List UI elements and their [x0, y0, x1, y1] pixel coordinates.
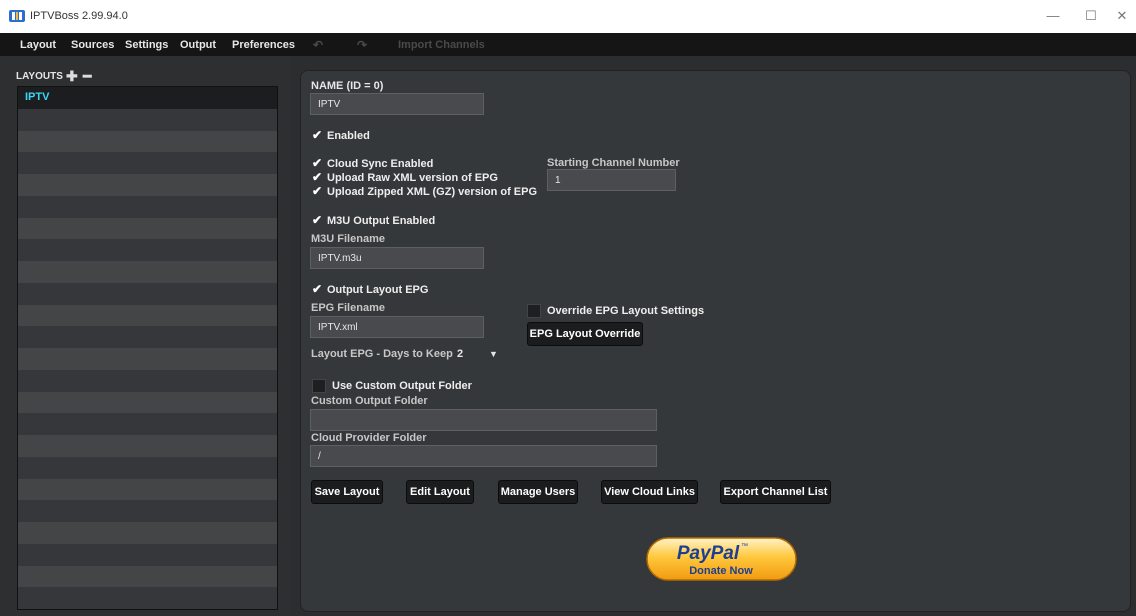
redo-icon[interactable]: ↷ — [357, 38, 367, 52]
output-epg-checkbox[interactable]: ✔ Output Layout EPG — [312, 282, 428, 296]
custom-folder-checkbox[interactable]: Use Custom Output Folder — [312, 379, 472, 393]
minimize-button[interactable]: — — [1043, 7, 1063, 25]
enabled-checkbox[interactable]: ✔ Enabled — [312, 128, 370, 142]
starting-channel-input[interactable]: 1 — [547, 169, 676, 191]
custom-folder-check-label: Use Custom Output Folder — [332, 379, 472, 392]
list-item — [18, 500, 277, 522]
layout-settings-panel: NAME (ID = 0) IPTV ✔ Enabled ✔ Cloud Sync … — [300, 70, 1131, 612]
epg-layout-override-button[interactable]: EPG Layout Override — [527, 322, 643, 346]
layouts-list: IPTV — [17, 86, 278, 610]
checkmark-icon: ✔ — [312, 170, 323, 184]
list-item — [18, 456, 277, 479]
m3u-filename-input[interactable]: IPTV.m3u — [310, 247, 484, 269]
cloud-sync-label: Cloud Sync Enabled — [327, 158, 434, 170]
manage-users-button[interactable]: Manage Users — [498, 480, 578, 504]
cloud-provider-folder-input[interactable]: / — [310, 445, 657, 467]
list-item[interactable]: IPTV — [18, 87, 277, 109]
maximize-button[interactable]: ☐ — [1081, 7, 1101, 25]
checkmark-icon: ✔ — [312, 282, 323, 296]
save-layout-button[interactable]: Save Layout — [311, 480, 383, 504]
upload-zip-label: Upload Zipped XML (GZ) version of EPG — [327, 186, 538, 198]
chevron-down-icon[interactable]: ▼ — [489, 349, 498, 359]
paypal-donate-button[interactable]: PayPal ™ Donate Now — [646, 537, 797, 581]
list-item — [18, 543, 277, 566]
cloud-provider-folder-label: Cloud Provider Folder — [311, 432, 427, 444]
list-item — [18, 239, 277, 261]
list-item — [18, 369, 277, 392]
paypal-brand-text: PayPal — [677, 543, 740, 564]
window-title: IPTVBoss 2.99.94.0 — [30, 10, 128, 22]
starting-channel-label: Starting Channel Number — [547, 157, 680, 169]
edit-layout-button[interactable]: Edit Layout — [406, 480, 474, 504]
upload-raw-checkbox[interactable]: ✔ Upload Raw XML version of EPG — [312, 170, 498, 184]
menu-preferences[interactable]: Preferences — [232, 39, 295, 51]
custom-output-folder-label: Custom Output Folder — [311, 395, 428, 407]
checkbox-empty-icon — [527, 304, 541, 318]
undo-icon[interactable]: ↶ — [313, 38, 323, 52]
list-item — [18, 174, 277, 196]
title-bar: IPTVBoss 2.99.94.0 — ☐ ✕ — [0, 0, 1136, 33]
list-item — [18, 261, 277, 283]
epg-filename-label: EPG Filename — [311, 302, 385, 314]
list-item — [18, 195, 277, 218]
checkmark-icon: ✔ — [312, 156, 323, 170]
days-to-keep-value[interactable]: 2 — [457, 348, 463, 360]
list-item — [18, 282, 277, 305]
menu-settings[interactable]: Settings — [125, 39, 168, 51]
list-item — [18, 565, 277, 588]
list-item — [18, 108, 277, 131]
list-item — [18, 587, 277, 609]
menu-layout[interactable]: Layout — [20, 39, 56, 51]
paypal-tm-text: ™ — [741, 543, 748, 550]
list-item — [18, 326, 277, 348]
list-item-label: IPTV — [25, 91, 50, 103]
list-item — [18, 348, 277, 370]
m3u-enabled-checkbox[interactable]: ✔ M3U Output Enabled — [312, 213, 435, 227]
list-item — [18, 304, 277, 327]
list-item — [18, 391, 277, 414]
menu-sources[interactable]: Sources — [71, 39, 114, 51]
list-item — [18, 435, 277, 457]
checkmark-icon: ✔ — [312, 213, 323, 227]
checkbox-empty-icon — [312, 379, 326, 393]
view-cloud-links-button[interactable]: View Cloud Links — [601, 480, 698, 504]
checkmark-icon: ✔ — [312, 128, 323, 142]
menu-bar: Layout Sources Settings Output Preferenc… — [0, 33, 1136, 56]
name-input[interactable]: IPTV — [310, 93, 484, 115]
donate-now-text: Donate Now — [689, 565, 753, 577]
add-layout-icon[interactable]: ✚ — [66, 69, 78, 83]
output-epg-label: Output Layout EPG — [327, 284, 429, 296]
app-logo-icon — [9, 10, 25, 22]
close-button[interactable]: ✕ — [1112, 7, 1132, 25]
override-epg-label: Override EPG Layout Settings — [547, 304, 705, 317]
cloud-sync-checkbox[interactable]: ✔ Cloud Sync Enabled — [312, 156, 433, 170]
epg-filename-input[interactable]: IPTV.xml — [310, 316, 484, 338]
layouts-title: LAYOUTS — [16, 71, 63, 82]
name-label: NAME (ID = 0) — [311, 80, 384, 92]
import-channels-button[interactable]: Import Channels — [398, 39, 485, 51]
menu-output[interactable]: Output — [180, 39, 216, 51]
upload-raw-label: Upload Raw XML version of EPG — [327, 172, 498, 184]
m3u-enabled-label: M3U Output Enabled — [327, 215, 436, 227]
list-item — [18, 413, 277, 435]
override-epg-checkbox[interactable]: Override EPG Layout Settings — [527, 304, 704, 318]
list-item — [18, 217, 277, 240]
custom-output-folder-input[interactable] — [310, 409, 657, 431]
layouts-panel: LAYOUTS ✚ ━ IPTV — [0, 56, 291, 616]
checkmark-icon: ✔ — [312, 184, 323, 198]
remove-layout-icon[interactable]: ━ — [83, 69, 95, 83]
enabled-label: Enabled — [327, 130, 370, 142]
list-item — [18, 478, 277, 501]
list-item — [18, 522, 277, 544]
m3u-filename-label: M3U Filename — [311, 233, 385, 245]
list-item — [18, 152, 277, 174]
upload-zip-checkbox[interactable]: ✔ Upload Zipped XML (GZ) version of EPG — [312, 184, 537, 198]
days-to-keep-label: Layout EPG - Days to Keep — [311, 348, 453, 360]
export-channel-list-button[interactable]: Export Channel List — [720, 480, 831, 504]
list-item — [18, 130, 277, 153]
